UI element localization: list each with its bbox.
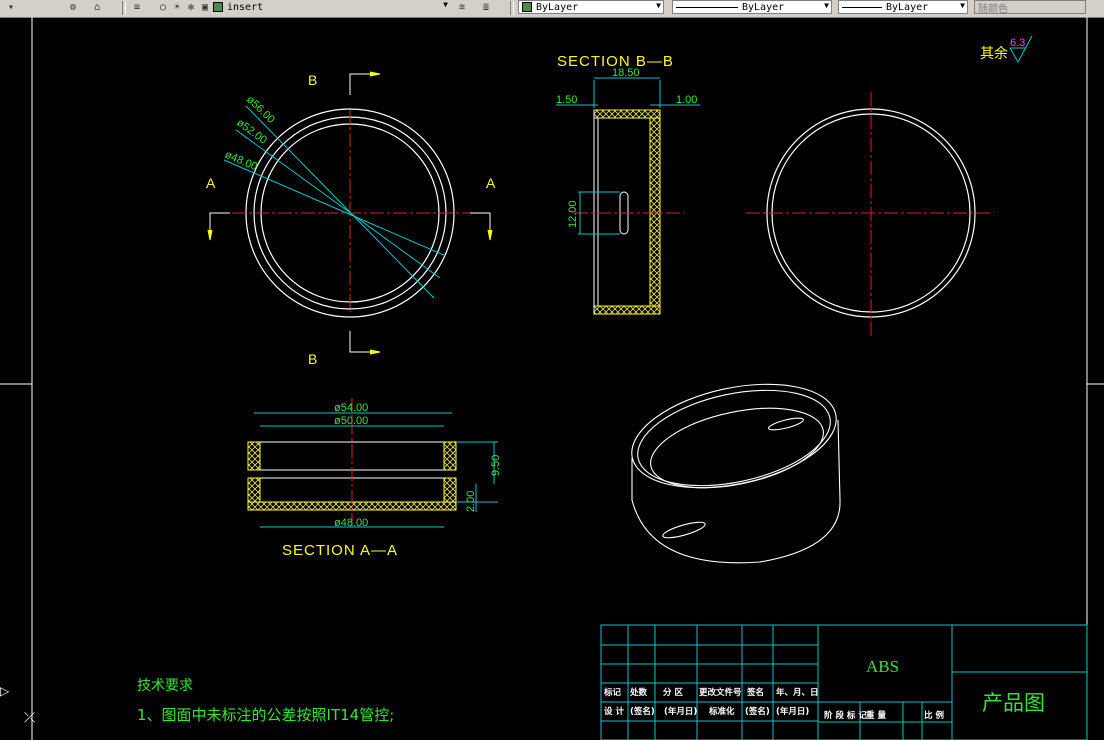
dim-18-50: 18.50 — [612, 67, 640, 79]
chevron-down-icon: ▼ — [960, 1, 965, 10]
properties-toolbar: ▾ ⚙ ⌂ ≡ ○ ☀ ✻ ▣ insert ▼ ≋ ≣ ByLayer ▼ B… — [0, 0, 1104, 18]
dropdown-arrow-icon[interactable]: ▾ — [4, 1, 18, 14]
slot-top-icon — [767, 417, 805, 431]
cut-label-a-right: A — [486, 175, 496, 191]
section-aa-view: ø54.00 ø50.00 ø48.00 9.50 2.00 SECTION A… — [247, 398, 502, 559]
hatch-left-lower — [247, 477, 261, 503]
section-bb-view: SECTION B—B 18.50 1.50 1.00 12.00 — [556, 53, 700, 315]
hatch-right-upper — [443, 441, 457, 471]
layer-previous-icon[interactable]: ≣ — [479, 1, 493, 14]
hatch-right-lower — [443, 477, 457, 503]
dim-d48: ø48.00 — [334, 517, 368, 529]
color-value: ByLayer — [536, 1, 579, 13]
section-aa-title: SECTION A—A — [282, 542, 398, 559]
roughness-symbol: 其余 6.3 — [980, 35, 1033, 64]
dim-d50: ø50.00 — [334, 415, 368, 427]
title-block: 标记 处数 分 区 更改文件号 签名 年、月、日 设 计 (签名) (年月日) … — [600, 624, 1088, 740]
roughness-label: 其余 — [980, 45, 1008, 62]
layer-color-swatch — [213, 2, 223, 12]
tb-label-sign1: (签名) — [630, 706, 655, 717]
cursor-arrow-icon: ▷ — [0, 684, 10, 698]
cut-label-a-left: A — [206, 175, 216, 191]
cut-marker-b-top — [349, 73, 374, 95]
bulb-icon[interactable]: ○ — [156, 1, 170, 14]
tb-label-design: 设 计 — [604, 706, 624, 717]
tb-label-count: 处数 — [629, 687, 648, 698]
notes-heading: 技术要求 — [137, 678, 193, 694]
top-view: A A B B ø56.00 ø52.00 ø48.00 — [206, 71, 496, 367]
sun-icon[interactable]: ☀ — [170, 1, 184, 14]
hatch-top — [593, 109, 661, 119]
cut-marker-a-right — [470, 212, 491, 237]
tb-label-zone: 分 区 — [663, 687, 683, 698]
linetype-value: ByLayer — [742, 1, 785, 13]
color-swatch — [522, 2, 532, 12]
arrow-icon — [207, 229, 213, 241]
slot-front-icon — [662, 521, 706, 539]
tb-label-sign2: (签名) — [745, 706, 770, 717]
layer-combo[interactable]: insert ▼ — [210, 0, 450, 14]
hatch-left-upper — [247, 441, 261, 471]
tb-label-scale: 比 例 — [924, 710, 944, 721]
ucs-icon: ⤫ — [24, 710, 35, 726]
cut-label-b-top: B — [308, 72, 317, 88]
tb-label-date: 年、月、日 — [776, 687, 819, 698]
cut-marker-a-left — [209, 212, 230, 237]
dim-2-00: 2.00 — [465, 491, 477, 512]
rim-outer — [631, 383, 837, 489]
tb-label-date1: (年月日) — [664, 706, 697, 717]
material-name: ABS — [866, 657, 899, 676]
dim-1-00: 1.00 — [676, 94, 697, 106]
toolbar-separator — [510, 1, 514, 15]
roughness-value: 6.3 — [1010, 37, 1025, 49]
leader-d52 — [235, 129, 441, 279]
lineweight-combo[interactable]: ByLayer ▼ — [838, 0, 968, 14]
plot-style-combo: 随颜色 — [974, 0, 1086, 15]
tb-label-stage: 阶 段 标 记 — [824, 710, 867, 721]
tb-label-signature: 签名 — [746, 687, 764, 698]
dim-12-00: 12.00 — [567, 200, 579, 228]
tb-label-marker: 标记 — [603, 687, 622, 698]
cut-label-b-bottom: B — [308, 351, 317, 367]
cut-marker-b-bottom — [349, 331, 374, 353]
chevron-down-icon: ▼ — [824, 1, 829, 10]
title-block-grid — [600, 624, 1088, 740]
side-view — [746, 92, 994, 336]
isometric-view — [631, 383, 841, 564]
layers-icon[interactable]: ≡ — [130, 1, 144, 14]
tb-label-standard: 标准化 — [708, 706, 735, 717]
layer-settings-icon[interactable]: ⚙ — [66, 1, 80, 14]
linetype-combo[interactable]: ByLayer ▼ — [672, 0, 832, 14]
color-combo[interactable]: ByLayer ▼ — [518, 0, 664, 14]
dim-d54: ø54.00 — [334, 402, 368, 414]
hatch-wall — [649, 117, 661, 307]
dim-9-50: 9.50 — [490, 455, 502, 476]
linetype-sample — [676, 6, 738, 8]
arrow-icon — [369, 349, 381, 355]
tb-label-change-doc: 更改文件号 — [699, 687, 742, 698]
drawing-canvas[interactable]: A A B B ø56.00 ø52.00 ø48.00 SECTION B—B… — [0, 17, 1104, 740]
chevron-down-icon: ▼ — [656, 1, 661, 10]
tb-label-weight: 重 量 — [866, 710, 886, 721]
arrow-icon — [369, 71, 381, 77]
lineweight-sample — [842, 6, 882, 8]
layer-name: insert — [227, 1, 264, 13]
dim-d48: ø48.00 — [223, 149, 259, 173]
plot-style-value: 随颜色 — [978, 3, 1008, 15]
tb-label-date2: (年月日) — [776, 706, 809, 717]
arrow-icon — [487, 229, 493, 241]
leader-d48 — [223, 159, 447, 257]
home-icon[interactable]: ⌂ — [90, 1, 104, 14]
notes-line1: 1、图面中未标注的公差按照IT14管控; — [137, 706, 394, 724]
dim-1-50: 1.50 — [556, 94, 577, 106]
chevron-down-icon: ▼ — [443, 0, 448, 9]
snowflake-icon[interactable]: ✻ — [184, 1, 198, 14]
drawing-name: 产品图 — [982, 691, 1045, 715]
make-current-icon[interactable]: ≋ — [455, 1, 469, 14]
hatch-bottom — [593, 305, 661, 315]
lineweight-value: ByLayer — [886, 1, 929, 13]
toolbar-separator — [122, 1, 126, 15]
